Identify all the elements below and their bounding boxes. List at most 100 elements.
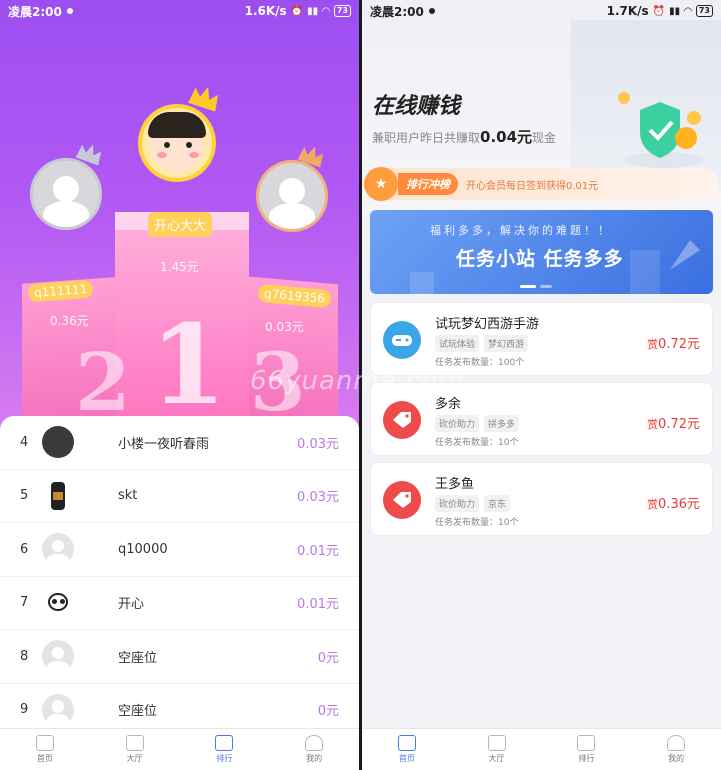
reward-amount: 0.72元 xyxy=(658,417,700,432)
tab-home[interactable]: 首页 xyxy=(0,729,90,770)
reward-amount: 0.36元 xyxy=(658,497,700,512)
rank-number: 6 xyxy=(20,541,29,557)
hall-icon xyxy=(487,735,506,751)
ranking-icon xyxy=(577,735,596,751)
avatar xyxy=(42,479,74,512)
avatar xyxy=(42,586,74,619)
ranking-icon xyxy=(215,735,234,751)
avatar xyxy=(42,426,74,459)
earnings-prefix: 兼职用户昨日共赚取 xyxy=(372,131,481,145)
task-tag: 砍价助力 xyxy=(435,415,480,432)
tab-label: 大厅 xyxy=(488,754,505,763)
rank-number: 8 xyxy=(20,648,29,664)
notice-message: 开心会员每日签到获得0.01元 xyxy=(466,180,599,192)
task-count: 任务发布数量：10个 xyxy=(435,438,519,448)
rank-row[interactable]: 8 空座位 0元 xyxy=(0,630,359,684)
status-bar: 凌晨2:00 1.6K/s ⏰ ▮▮ ◠ 73 xyxy=(0,0,359,22)
tag-icon xyxy=(383,481,421,519)
tab-home[interactable]: 首页 xyxy=(362,729,452,770)
rank-list: 4 小楼一夜听春雨 0.03元 5 skt 0.03元 6 q10000 0.0… xyxy=(0,416,359,728)
gamepad-icon xyxy=(383,321,421,359)
first-place-name: 开心大大 xyxy=(148,212,213,237)
earnings-suffix: 现金 xyxy=(532,131,557,145)
signal-icon: ▮▮ xyxy=(669,5,681,17)
notification-dot-icon xyxy=(428,8,435,14)
banner-slogan: 福利多多，解决你的难题！！ xyxy=(430,224,612,237)
task-card[interactable]: 试玩梦幻西游手游 试玩体验 梦幻西游 任务发布数量：100个 赏0.72元 xyxy=(370,302,713,376)
rank-value: 0.03元 xyxy=(297,436,339,452)
task-tag: 砍价助力 xyxy=(435,495,480,512)
network-speed: 1.6K/s xyxy=(244,4,287,18)
rank-user-name: 空座位 xyxy=(118,650,158,666)
battery-icon: 73 xyxy=(333,5,351,17)
reward-prefix: 赏 xyxy=(647,338,659,351)
task-name: 试玩梦幻西游手游 xyxy=(435,317,540,332)
earnings-summary: 兼职用户昨日共赚取0.04元现金 xyxy=(372,126,556,147)
status-time: 凌晨2:00 xyxy=(8,4,62,19)
shield-coins-illustration xyxy=(612,92,712,172)
tab-label: 大厅 xyxy=(126,754,143,763)
rank-row[interactable]: 5 skt 0.03元 xyxy=(0,470,359,523)
task-name: 王多鱼 xyxy=(435,477,475,492)
second-place-amount: 0.36元 xyxy=(50,314,89,328)
tab-ranking[interactable]: 排行 xyxy=(180,729,270,770)
wifi-icon: ◠ xyxy=(322,5,330,17)
status-time: 凌晨2:00 xyxy=(370,4,424,19)
rank-user-name: q10000 xyxy=(118,541,168,557)
task-card[interactable]: 王多鱼 砍价助力 京东 任务发布数量：10个 赏0.36元 xyxy=(370,462,713,536)
alarm-icon: ⏰ xyxy=(290,5,304,17)
bottom-tab-bar: 首页 大厅 排行 我的 xyxy=(362,728,721,770)
task-tags: 砍价助力 拼多多 xyxy=(435,415,520,432)
tab-profile[interactable]: 我的 xyxy=(631,729,721,770)
status-bar: 凌晨2:00 1.7K/s ⏰ ▮▮ ◠ 73 xyxy=(362,0,721,22)
notification-dot-icon xyxy=(66,8,73,14)
reward-prefix: 赏 xyxy=(647,418,659,431)
rank-value: 0.01元 xyxy=(297,597,339,613)
rank-number: 5 xyxy=(20,488,29,504)
third-place-avatar[interactable] xyxy=(256,160,328,232)
rank-two-numeral: 2 xyxy=(75,335,131,429)
promo-banner[interactable]: 福利多多，解决你的难题！！ 任务小站 任务多多 xyxy=(370,210,713,294)
tag-icon xyxy=(383,401,421,439)
reward-prefix: 赏 xyxy=(647,498,659,511)
tab-label: 排行 xyxy=(578,754,595,763)
signal-icon: ▮▮ xyxy=(307,5,319,17)
wifi-icon: ◠ xyxy=(684,5,692,17)
tab-hall[interactable]: 大厅 xyxy=(90,729,180,770)
home-icon xyxy=(35,735,54,751)
tab-label: 首页 xyxy=(398,754,415,763)
task-tags: 砍价助力 京东 xyxy=(435,495,511,512)
first-place-amount: 1.45元 xyxy=(160,260,199,274)
second-place-avatar[interactable] xyxy=(30,158,102,230)
rank-value: 0.03元 xyxy=(297,490,339,506)
tab-label: 排行 xyxy=(216,754,233,763)
rank-user-name: 开心 xyxy=(118,597,145,613)
banner-headline: 任务小站 任务多多 xyxy=(456,248,624,270)
third-place-amount: 0.03元 xyxy=(265,320,304,334)
medal-icon: ★ xyxy=(364,167,398,201)
task-tag: 京东 xyxy=(484,495,511,512)
tab-ranking[interactable]: 排行 xyxy=(542,729,632,770)
ranking-notice-bar[interactable]: ★ 排行冲榜 开心会员每日签到获得0.01元 xyxy=(364,167,718,201)
rank-value: 0元 xyxy=(317,704,339,720)
task-tags: 试玩体验 梦幻西游 xyxy=(435,335,529,352)
rank-user-name: 空座位 xyxy=(118,704,158,720)
earnings-amount: 0.04元 xyxy=(480,128,533,146)
rank-number: 4 xyxy=(20,434,29,450)
rank-row[interactable]: 7 开心 0.01元 xyxy=(0,577,359,630)
banner-pagination xyxy=(520,285,552,288)
first-place-avatar[interactable] xyxy=(138,104,216,182)
rank-user-name: 小楼一夜听春雨 xyxy=(118,436,210,452)
rank-value: 0元 xyxy=(317,650,339,666)
tab-hall[interactable]: 大厅 xyxy=(452,729,542,770)
tab-profile[interactable]: 我的 xyxy=(269,729,359,770)
rank-one-numeral: 1 xyxy=(150,300,227,429)
rank-row[interactable]: 4 小楼一夜听春雨 0.03元 xyxy=(0,416,359,470)
tab-label: 我的 xyxy=(668,754,685,763)
battery-icon: 73 xyxy=(695,5,713,17)
rank-row[interactable]: 6 q10000 0.01元 xyxy=(0,523,359,577)
rank-number: 9 xyxy=(20,702,29,718)
rank-number: 7 xyxy=(20,595,29,611)
rank-row[interactable]: 9 空座位 0元 xyxy=(0,684,359,729)
task-tag: 梦幻西游 xyxy=(484,335,529,352)
